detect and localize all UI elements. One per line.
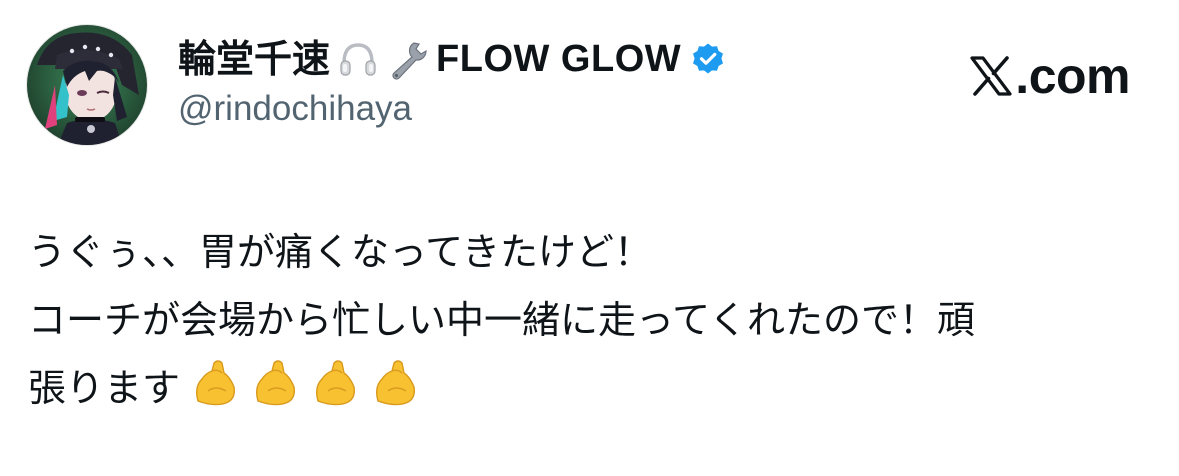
verified-badge-icon[interactable]	[691, 42, 725, 76]
headphones-icon	[336, 37, 380, 81]
brand-x-com[interactable]: .com	[969, 46, 1130, 106]
x-logo-icon	[970, 56, 1012, 96]
post-line-2: コーチが会場から忙しい中一緒に走ってくれたので！頑	[28, 298, 975, 342]
post-header: 輪堂千速 FLOW GLOW @rindochihaya .com	[26, 24, 1156, 148]
post-line-3: 張ります	[28, 366, 181, 410]
brand-text: .com	[1015, 48, 1130, 104]
flexed-biceps-icon	[248, 357, 300, 409]
avatar-image	[27, 25, 147, 145]
author-handle[interactable]: @rindochihaya	[178, 88, 725, 130]
post-line-1: うぐぅ、、胃が痛くなってきたけど！	[28, 230, 652, 274]
avatar[interactable]	[26, 24, 148, 146]
post-line-3-wrapper: 張ります	[28, 354, 1168, 422]
display-name[interactable]: 輪堂千速	[178, 36, 330, 82]
display-name-suffix[interactable]: FLOW GLOW	[436, 36, 681, 82]
display-name-row[interactable]: 輪堂千速 FLOW GLOW	[178, 36, 725, 82]
flexed-biceps-icon	[368, 357, 420, 409]
flexed-biceps-icon	[188, 357, 240, 409]
post-text: うぐぅ、、胃が痛くなってきたけど！ コーチが会場から忙しい中一緒に走ってくれたの…	[28, 218, 1168, 422]
author-names: 輪堂千速 FLOW GLOW @rindochihaya	[178, 36, 725, 130]
wrench-icon	[386, 37, 430, 81]
flexed-biceps-icon	[308, 357, 360, 409]
